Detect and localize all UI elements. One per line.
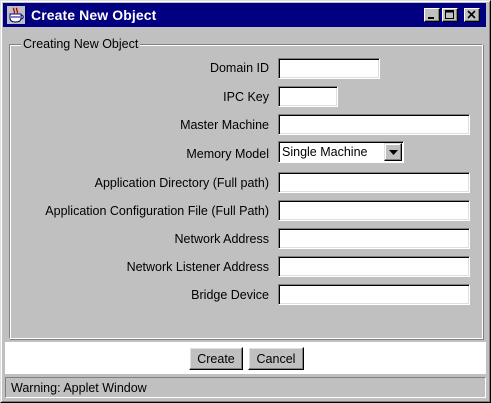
close-button[interactable]: [464, 8, 480, 22]
create-object-window: Create New Object Creating New Object Do…: [0, 0, 491, 403]
ipc-key-input[interactable]: [278, 86, 338, 107]
close-icon: [467, 10, 476, 19]
application-directory-input[interactable]: [278, 172, 470, 193]
status-bar: Warning: Applet Window: [5, 377, 486, 398]
memory-model-value: Single Machine: [282, 145, 368, 159]
applet-warning-text: Warning: Applet Window: [11, 381, 147, 395]
bridge-device-label: Bridge Device: [191, 288, 269, 302]
group-title: Creating New Object: [21, 37, 141, 51]
ipc-key-label: IPC Key: [223, 90, 269, 104]
domain-id-input[interactable]: [278, 58, 380, 79]
network-address-label: Network Address: [174, 232, 269, 246]
network-listener-address-label: Network Listener Address: [126, 260, 269, 274]
minimize-button[interactable]: [424, 8, 440, 22]
title-bar[interactable]: Create New Object: [3, 3, 486, 27]
network-listener-address-input[interactable]: [278, 256, 470, 277]
master-machine-label: Master Machine: [180, 118, 269, 132]
cancel-button[interactable]: Cancel: [248, 347, 304, 370]
maximize-button[interactable]: [442, 8, 458, 22]
java-coffee-cup-icon[interactable]: [7, 6, 25, 24]
maximize-icon: [445, 10, 454, 19]
minimize-icon: [428, 17, 434, 19]
bridge-device-input[interactable]: [278, 284, 470, 305]
domain-id-label: Domain ID: [209, 61, 269, 75]
dropdown-button[interactable]: [384, 143, 402, 161]
application-config-file-input[interactable]: [278, 200, 470, 221]
application-directory-label: Application Directory (Full path): [94, 176, 269, 190]
memory-model-label: Memory Model: [186, 147, 269, 161]
chevron-down-icon: [389, 150, 398, 155]
network-address-input[interactable]: [278, 228, 470, 249]
button-bar: [5, 342, 486, 374]
application-config-file-label: Application Configuration File (Full Pat…: [45, 204, 269, 218]
master-machine-input[interactable]: [278, 114, 470, 135]
create-button[interactable]: Create: [189, 347, 243, 370]
memory-model-select[interactable]: Single Machine: [278, 141, 404, 163]
window-title: Create New Object: [31, 7, 157, 23]
